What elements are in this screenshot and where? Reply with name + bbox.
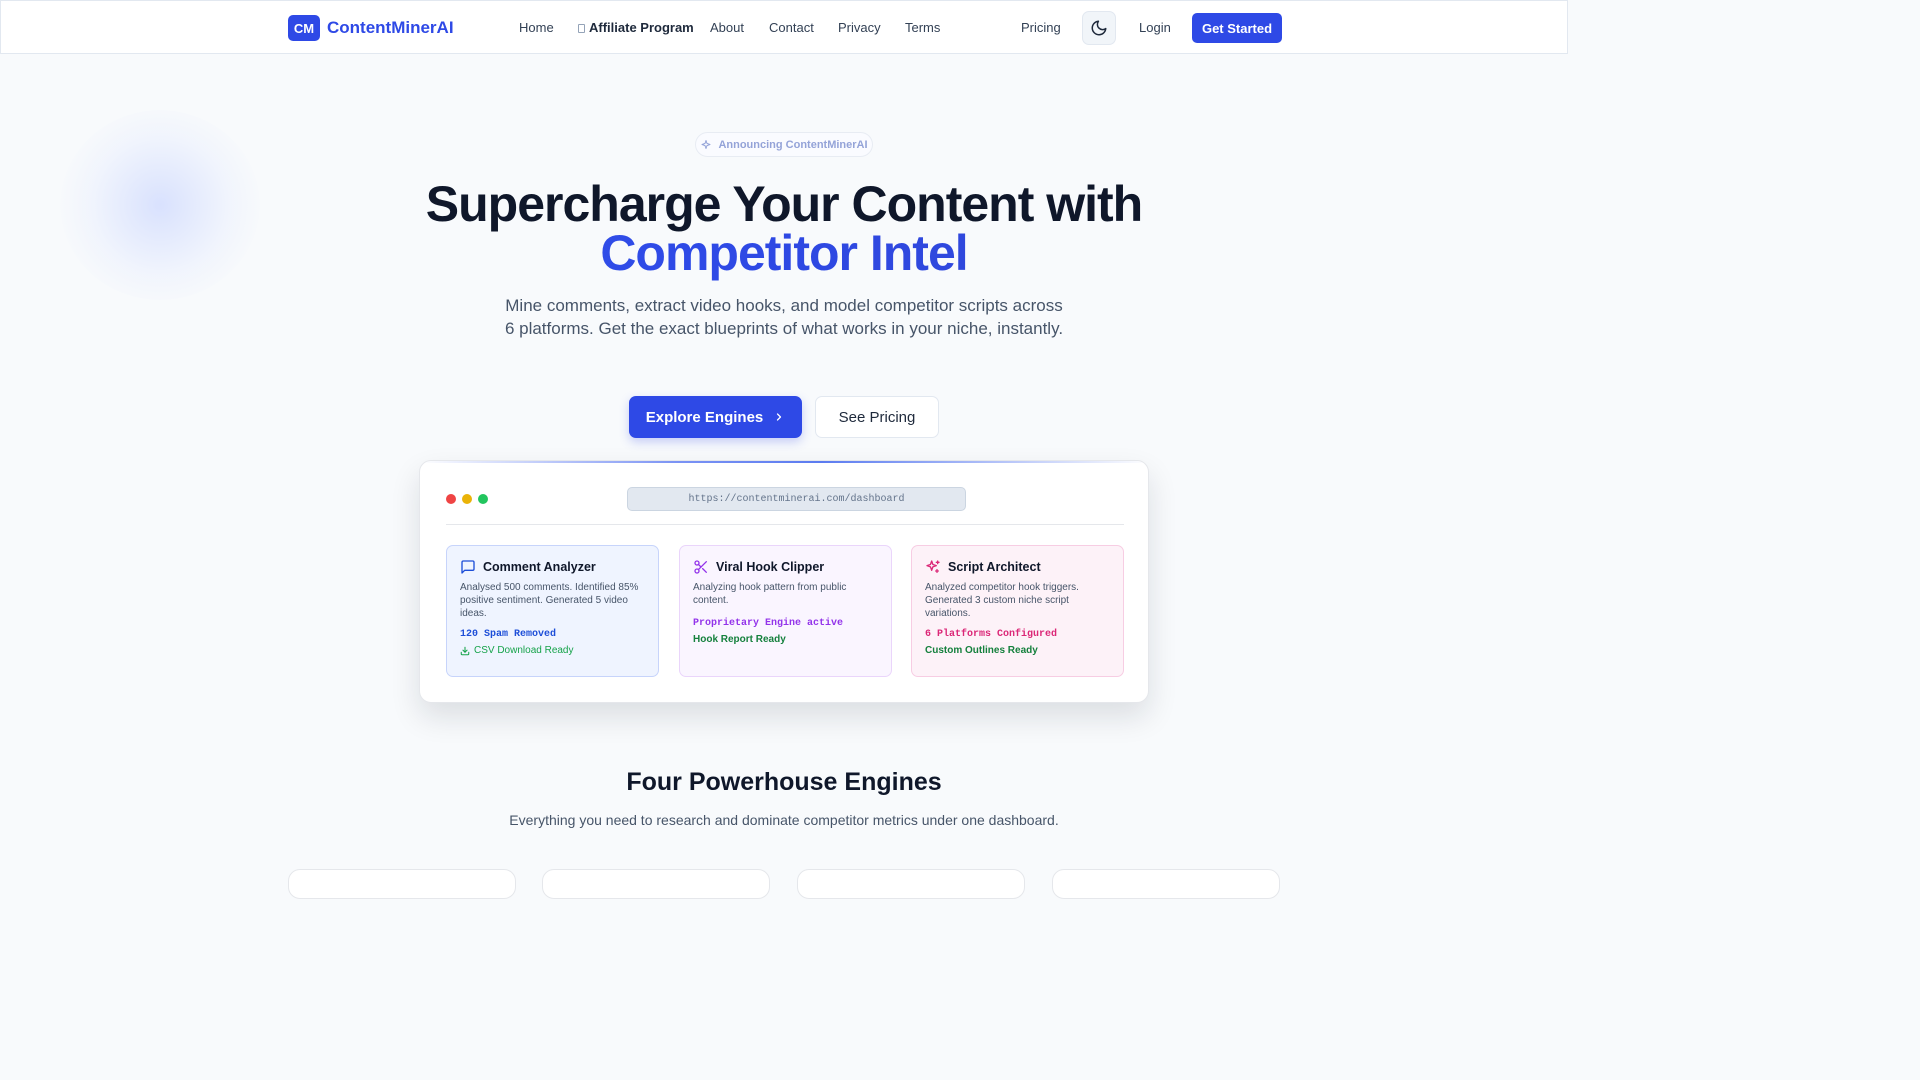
engines-section-subtitle: Everything you need to research and domi… bbox=[509, 812, 1059, 828]
card-stat: Proprietary Engine active bbox=[693, 618, 844, 629]
announcement-badge[interactable]: Announcing ContentMinerAI bbox=[695, 132, 873, 157]
card-status: Custom Outlines Ready bbox=[925, 645, 1110, 656]
dashboard-preview: https://contentminerai.com/dashboard Com… bbox=[419, 460, 1149, 703]
moon-icon bbox=[1091, 20, 1107, 36]
nav-affiliate-program[interactable]: Affiliate Program bbox=[578, 20, 694, 35]
hero-title-line2: Competitor Intel bbox=[0, 224, 1568, 282]
sparkles-icon bbox=[926, 560, 940, 573]
card-stat: 6 Platforms Configured bbox=[925, 629, 1058, 640]
card-title: Viral Hook Clipper bbox=[716, 560, 825, 574]
script-architect-card[interactable]: Script Architect Analyzed competitor hoo… bbox=[911, 545, 1124, 677]
card-status-text: CSV Download Ready bbox=[474, 645, 574, 656]
get-started-button[interactable]: Get Started bbox=[1192, 13, 1282, 43]
engine-card[interactable] bbox=[1052, 869, 1280, 899]
hero-subtitle: Mine comments, extract video hooks, and … bbox=[504, 296, 1064, 338]
dashboard-top-accent bbox=[420, 461, 1148, 463]
card-status: CSV Download Ready bbox=[460, 645, 645, 656]
theme-toggle-button[interactable] bbox=[1082, 11, 1116, 45]
card-description: Analyzing hook pattern from public conte… bbox=[693, 582, 847, 606]
card-stat: 120 Spam Removed bbox=[460, 629, 557, 640]
message-square-icon bbox=[461, 560, 475, 574]
nav-contact[interactable]: Contact bbox=[769, 20, 814, 35]
badge-text: Announcing ContentMinerAI bbox=[718, 138, 868, 151]
nav-home[interactable]: Home bbox=[519, 20, 554, 35]
affiliate-icon bbox=[578, 24, 585, 33]
card-title: Comment Analyzer bbox=[483, 560, 596, 574]
card-status: Hook Report Ready bbox=[693, 634, 878, 645]
nav-login[interactable]: Login bbox=[1139, 20, 1171, 35]
viral-hook-clipper-card[interactable]: Viral Hook Clipper Analyzing hook patter… bbox=[679, 545, 892, 677]
comment-analyzer-card[interactable]: Comment Analyzer Analysed 500 comments. … bbox=[446, 545, 659, 677]
top-navbar: CM ContentMinerAI Home Affiliate Program… bbox=[0, 0, 1568, 54]
window-dot-yellow bbox=[462, 494, 472, 504]
nav-about[interactable]: About bbox=[710, 20, 744, 35]
card-status-text: Hook Report Ready bbox=[693, 634, 786, 645]
window-dot-red bbox=[446, 494, 456, 504]
engine-card[interactable] bbox=[542, 869, 770, 899]
nav-privacy[interactable]: Privacy bbox=[838, 20, 881, 35]
chevron-right-icon bbox=[777, 413, 782, 421]
brand-name[interactable]: ContentMinerAI bbox=[327, 18, 454, 38]
card-description: Analyzed competitor hook triggers. Gener… bbox=[925, 582, 1079, 619]
logo-mark[interactable]: CM bbox=[288, 15, 320, 41]
nav-pricing[interactable]: Pricing bbox=[1021, 20, 1061, 35]
nav-terms[interactable]: Terms bbox=[905, 20, 940, 35]
dashboard-url-bar: https://contentminerai.com/dashboard bbox=[627, 487, 966, 511]
card-title: Script Architect bbox=[948, 560, 1041, 574]
see-pricing-button[interactable]: See Pricing bbox=[815, 396, 939, 438]
window-dot-green bbox=[478, 494, 488, 504]
explore-engines-label: Explore Engines bbox=[645, 408, 764, 426]
engine-card[interactable] bbox=[288, 869, 516, 899]
engine-card[interactable] bbox=[797, 869, 1025, 899]
card-description: Analysed 500 comments. Identified 85% po… bbox=[460, 582, 639, 619]
scissors-icon bbox=[694, 560, 707, 574]
engines-section-title: Four Powerhouse Engines bbox=[626, 768, 942, 796]
dashboard-divider bbox=[446, 524, 1124, 525]
explore-engines-button[interactable]: Explore Engines bbox=[629, 396, 802, 438]
download-icon bbox=[460, 646, 470, 655]
card-status-text: Custom Outlines Ready bbox=[925, 645, 1038, 656]
nav-affiliate-label: Affiliate Program bbox=[589, 20, 694, 35]
sparkle-icon bbox=[701, 139, 711, 149]
